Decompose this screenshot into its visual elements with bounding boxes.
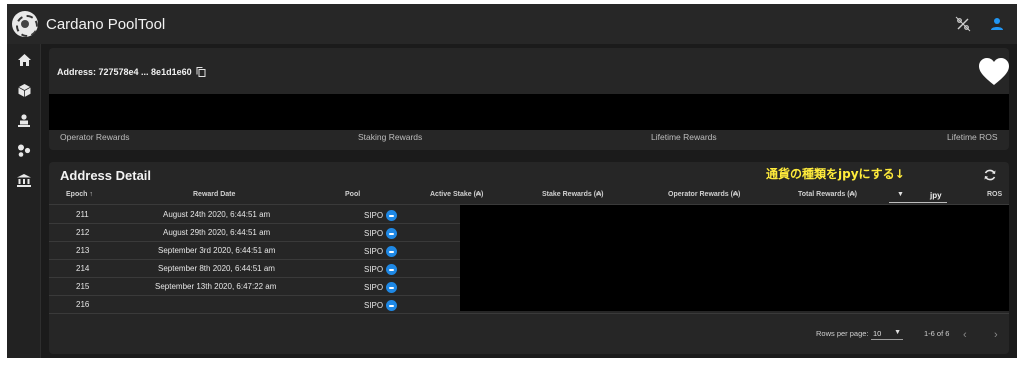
epoch-cell: 211 [76, 210, 89, 219]
table-pagination: Rows per page: 10 ▼ 1-6 of 6 ‹ › [49, 324, 1009, 344]
app-title: Cardano PoolTool [46, 15, 166, 33]
col-operator-rewards[interactable]: Operator Rewards (₳) [668, 191, 740, 198]
pools-icon[interactable] [16, 142, 32, 158]
address-text: Address: 727578e4 ... 8e1d1e60 [57, 67, 192, 77]
currency-value: jpy [930, 191, 942, 200]
pool-arrow-icon[interactable] [386, 300, 398, 311]
pool-ticker: SIPO [364, 283, 384, 292]
redacted-table-values [460, 205, 1009, 311]
epoch-cell: 215 [76, 282, 90, 291]
pool-link[interactable]: SIPO [364, 282, 398, 293]
sidebar [7, 44, 41, 358]
col-epoch[interactable]: Epoch ↑ [66, 191, 93, 198]
refresh-icon[interactable] [983, 168, 997, 182]
chevron-down-icon: ▼ [894, 329, 901, 336]
lifetime-ros-label: Lifetime ROS [947, 132, 998, 142]
reward-date-cell: September 13th 2020, 6:47:22 am [155, 282, 277, 291]
reward-date-cell: August 29th 2020, 6:44:51 am [163, 228, 271, 237]
reward-date-cell: September 3rd 2020, 6:44:51 am [158, 246, 276, 255]
cube-icon[interactable] [16, 82, 32, 98]
epoch-cell: 212 [76, 228, 90, 237]
percent-slash-icon[interactable] [955, 16, 971, 32]
pooltool-logo-icon[interactable] [12, 11, 38, 37]
top-bar: Cardano PoolTool [7, 4, 1017, 44]
reward-date-cell: September 8th 2020, 6:44:51 am [158, 264, 275, 273]
pool-ticker: SIPO [364, 247, 384, 256]
bank-icon[interactable] [16, 172, 32, 188]
col-pool[interactable]: Pool [345, 191, 360, 198]
annotation-note: 通貨の種類をjpyにする↓ [766, 167, 905, 181]
lifetime-rewards-label: Lifetime Rewards [651, 132, 717, 142]
rows-per-page-select[interactable]: 10 ▼ [871, 326, 903, 340]
reward-summary-labels: Operator Rewards Staking Rewards Lifetim… [49, 132, 1009, 146]
col-active-stake[interactable]: Active Stake (₳) [430, 191, 483, 198]
pagination-range: 1-6 of 6 [924, 329, 950, 338]
epoch-cell: 216 [76, 300, 90, 309]
address-detail-card: Address Detail 通貨の種類をjpyにする↓ Epoch ↑ Rew… [49, 162, 1009, 354]
next-page-button[interactable]: › [994, 329, 998, 341]
currency-select[interactable]: ▼ jpy [889, 189, 947, 203]
staking-rewards-label: Staking Rewards [358, 132, 423, 142]
top-bar-actions [955, 4, 1005, 44]
user-icon[interactable] [989, 16, 1005, 32]
pool-ticker: SIPO [364, 211, 384, 220]
pool-link[interactable]: SIPO [364, 300, 398, 311]
chevron-down-icon: ▼ [897, 191, 904, 198]
pool-link[interactable]: SIPO [364, 246, 398, 257]
pool-link[interactable]: SIPO [364, 210, 398, 221]
copy-icon[interactable] [196, 67, 206, 77]
prev-page-button[interactable]: ‹ [963, 329, 967, 341]
staking-icon[interactable] [16, 112, 32, 128]
pool-ticker: SIPO [364, 301, 384, 310]
rows-per-page-label: Rows per page: [816, 329, 869, 338]
address-summary-card: Address: 727578e4 ... 8e1d1e60 Operator … [49, 48, 1009, 150]
app-window: Cardano PoolTool Address: 727578e4 ... 8… [7, 4, 1017, 358]
col-total-rewards[interactable]: Total Rewards (₳) [798, 191, 857, 198]
pool-arrow-icon[interactable] [386, 228, 398, 239]
pool-arrow-icon[interactable] [386, 282, 398, 293]
epoch-cell: 213 [76, 246, 90, 255]
table-header: Epoch ↑ Reward Date Pool Active Stake (₳… [49, 187, 1009, 205]
epoch-cell: 214 [76, 264, 90, 273]
pool-arrow-icon[interactable] [386, 264, 398, 275]
col-reward-date[interactable]: Reward Date [193, 191, 235, 198]
col-ros[interactable]: ROS [987, 191, 1002, 198]
address-row: Address: 727578e4 ... 8e1d1e60 [57, 67, 206, 77]
rows-per-page-value: 10 [873, 329, 882, 338]
reward-date-cell: August 24th 2020, 6:44:51 am [163, 210, 271, 219]
pool-ticker: SIPO [364, 265, 384, 274]
pool-ticker: SIPO [364, 229, 384, 238]
operator-rewards-label: Operator Rewards [60, 132, 130, 142]
favorite-heart-icon[interactable] [979, 58, 1009, 86]
pool-arrow-icon[interactable] [386, 210, 398, 221]
redacted-values-block [49, 94, 1009, 130]
pool-arrow-icon[interactable] [386, 246, 398, 257]
pool-link[interactable]: SIPO [364, 228, 398, 239]
col-stake-rewards[interactable]: Stake Rewards (₳) [542, 191, 603, 198]
address-detail-title: Address Detail [60, 168, 152, 183]
home-icon[interactable] [16, 52, 32, 68]
pool-link[interactable]: SIPO [364, 264, 398, 275]
